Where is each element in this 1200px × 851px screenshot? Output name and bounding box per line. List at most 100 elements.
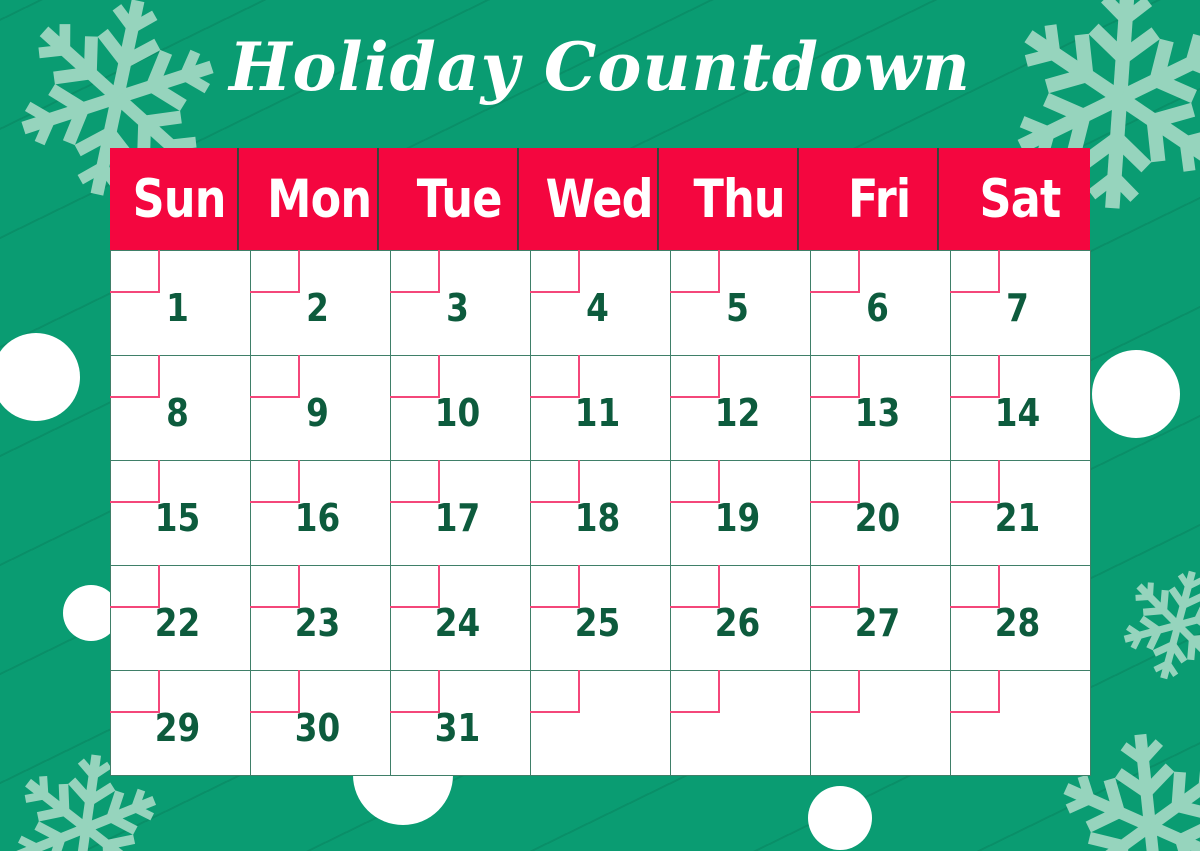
- calendar-day-cell-28[interactable]: 28: [950, 565, 1091, 671]
- cell-corner-accent: [530, 565, 580, 608]
- cell-corner-accent: [110, 355, 160, 398]
- day-header-sun: Sun: [121, 148, 239, 250]
- cell-corner-accent: [950, 355, 1000, 398]
- day-number: 8: [166, 391, 189, 435]
- calendar-day-cell-27[interactable]: 27: [810, 565, 951, 671]
- circle-right-large: [1092, 350, 1180, 438]
- day-number: 18: [574, 496, 621, 540]
- day-number: 23: [294, 601, 341, 645]
- cell-corner-accent: [670, 670, 720, 713]
- calendar-day-cell-11[interactable]: 11: [530, 355, 671, 461]
- circle-bottom-right: [808, 786, 872, 850]
- calendar-day-cell-15[interactable]: 15: [110, 460, 251, 566]
- day-number: 26: [714, 601, 761, 645]
- calendar-day-cell-18[interactable]: 18: [530, 460, 671, 566]
- calendar-day-cell-empty[interactable]: [530, 670, 671, 776]
- calendar-day-cell-26[interactable]: 26: [670, 565, 811, 671]
- calendar-day-cell-empty[interactable]: [810, 670, 951, 776]
- day-number: 19: [714, 496, 761, 540]
- calendar-day-cell-2[interactable]: 2: [250, 250, 391, 356]
- calendar-day-cell-6[interactable]: 6: [810, 250, 951, 356]
- day-number: 15: [154, 496, 201, 540]
- calendar: Sun Mon Tue Wed Thu Fri Sat 1 2 3 4 5 6 7 8 9 10 11 12 13 1…: [110, 148, 1091, 776]
- calendar-day-cell-10[interactable]: 10: [390, 355, 531, 461]
- cell-corner-accent: [390, 565, 440, 608]
- day-number: 17: [434, 496, 481, 540]
- calendar-day-cell-7[interactable]: 7: [950, 250, 1091, 356]
- day-number: 12: [714, 391, 761, 435]
- calendar-day-cell-14[interactable]: 14: [950, 355, 1091, 461]
- day-number: 25: [574, 601, 621, 645]
- day-number: 10: [434, 391, 481, 435]
- calendar-day-cell-17[interactable]: 17: [390, 460, 531, 566]
- calendar-day-cell-9[interactable]: 9: [250, 355, 391, 461]
- calendar-day-cell-8[interactable]: 8: [110, 355, 251, 461]
- day-header-wed: Wed: [541, 148, 659, 250]
- cell-corner-accent: [110, 250, 160, 293]
- cell-corner-accent: [390, 460, 440, 503]
- day-number: 16: [294, 496, 341, 540]
- cell-corner-accent: [530, 355, 580, 398]
- day-number: 30: [294, 706, 341, 750]
- cell-corner-accent: [250, 670, 300, 713]
- cell-corner-accent: [670, 565, 720, 608]
- cell-corner-accent: [950, 670, 1000, 713]
- cell-corner-accent: [390, 250, 440, 293]
- calendar-day-cell-empty[interactable]: [670, 670, 811, 776]
- snowflake-right-middle-icon: [1105, 552, 1200, 699]
- cell-corner-accent: [950, 565, 1000, 608]
- calendar-day-cell-30[interactable]: 30: [250, 670, 391, 776]
- calendar-day-cell-1[interactable]: 1: [110, 250, 251, 356]
- calendar-day-cell-3[interactable]: 3: [390, 250, 531, 356]
- cell-corner-accent: [530, 460, 580, 503]
- calendar-day-cell-16[interactable]: 16: [250, 460, 391, 566]
- day-header-thu: Thu: [681, 148, 799, 250]
- day-number: 6: [866, 286, 889, 330]
- calendar-day-cell-31[interactable]: 31: [390, 670, 531, 776]
- cell-corner-accent: [810, 565, 860, 608]
- calendar-day-cell-29[interactable]: 29: [110, 670, 251, 776]
- calendar-day-cell-22[interactable]: 22: [110, 565, 251, 671]
- day-header-mon: Mon: [261, 148, 379, 250]
- cell-corner-accent: [250, 460, 300, 503]
- day-header-sat: Sat: [979, 168, 1062, 230]
- day-number: 3: [446, 286, 469, 330]
- calendar-day-cell-19[interactable]: 19: [670, 460, 811, 566]
- day-number: 22: [154, 601, 201, 645]
- cell-corner-accent: [810, 250, 860, 293]
- day-number: 28: [994, 601, 1041, 645]
- poster-canvas: Holiday Countdown Sun Mon Tue Wed Thu Fri Sat …: [0, 0, 1200, 851]
- calendar-day-cell-23[interactable]: 23: [250, 565, 391, 671]
- cell-corner-accent: [530, 250, 580, 293]
- calendar-day-cell-24[interactable]: 24: [390, 565, 531, 671]
- cell-corner-accent: [950, 250, 1000, 293]
- calendar-day-cell-25[interactable]: 25: [530, 565, 671, 671]
- day-number: 21: [994, 496, 1041, 540]
- cell-corner-accent: [530, 670, 580, 713]
- calendar-grid: 1 2 3 4 5 6 7 8 9 10 11 12 13 14 15 16 17 18 19 20 21 22 23 24 2…: [110, 250, 1091, 776]
- calendar-week-row: 29 30 31: [110, 670, 1091, 776]
- cell-corner-accent: [670, 250, 720, 293]
- day-header-tue: Tue: [401, 148, 519, 250]
- cell-corner-accent: [250, 250, 300, 293]
- calendar-day-cell-20[interactable]: 20: [810, 460, 951, 566]
- day-number: 7: [1006, 286, 1029, 330]
- day-number: 5: [726, 286, 749, 330]
- calendar-day-cell-4[interactable]: 4: [530, 250, 671, 356]
- cell-corner-accent: [110, 565, 160, 608]
- cell-corner-accent: [250, 355, 300, 398]
- calendar-header-row: Sun Mon Tue Wed Thu Fri Sat: [110, 148, 1090, 250]
- calendar-day-cell-empty[interactable]: [950, 670, 1091, 776]
- day-number: 24: [434, 601, 481, 645]
- day-number: 20: [854, 496, 901, 540]
- day-number: 2: [306, 286, 329, 330]
- calendar-week-row: 22 23 24 25 26 27 28: [110, 565, 1091, 671]
- calendar-day-cell-12[interactable]: 12: [670, 355, 811, 461]
- calendar-day-cell-13[interactable]: 13: [810, 355, 951, 461]
- calendar-day-cell-21[interactable]: 21: [950, 460, 1091, 566]
- day-number: 13: [854, 391, 901, 435]
- calendar-day-cell-5[interactable]: 5: [670, 250, 811, 356]
- day-number: 11: [574, 391, 621, 435]
- day-number: 27: [854, 601, 901, 645]
- cell-corner-accent: [390, 670, 440, 713]
